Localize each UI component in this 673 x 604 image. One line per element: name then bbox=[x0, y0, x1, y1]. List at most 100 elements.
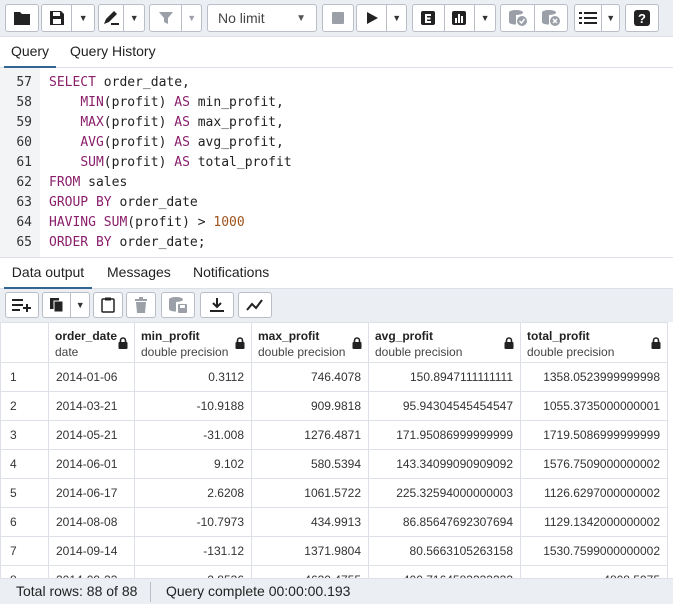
cell-order-date[interactable]: 2014-06-17 bbox=[48, 478, 135, 508]
copy-button[interactable] bbox=[43, 293, 70, 317]
cell-avg-profit[interactable]: 86.85647692307694 bbox=[368, 507, 521, 537]
table-row[interactable]: 82014-09-232.85364630.4755400.7164583333… bbox=[0, 565, 668, 578]
filter-button[interactable] bbox=[150, 5, 181, 31]
copy-button-group[interactable]: ▼ bbox=[42, 292, 90, 318]
table-row[interactable]: 5 2014-06-17 2.6208 1061.5722 225.3259400000… bbox=[0, 478, 668, 508]
cell-avg-profit[interactable]: 171.95086999999999 bbox=[368, 420, 521, 450]
execute-options-dropdown[interactable]: ▼ bbox=[386, 5, 406, 31]
save-options-dropdown[interactable]: ▼ bbox=[71, 5, 94, 31]
cell-max-profit[interactable]: 1371.9804 bbox=[251, 536, 369, 566]
row-number-cell[interactable]: 3 bbox=[0, 420, 49, 450]
row-number-cell[interactable]: 8 bbox=[0, 565, 49, 578]
macros-button[interactable] bbox=[575, 5, 601, 31]
stop-button[interactable] bbox=[322, 4, 354, 32]
help-button[interactable]: ? bbox=[625, 4, 659, 32]
transaction-button-group[interactable] bbox=[500, 4, 568, 32]
table-row[interactable]: 1 2014-01-06 0.3112 746.4078 150.89471111111… bbox=[0, 362, 668, 392]
table-row[interactable]: 4 2014-06-01 9.102 580.5394 143.340990909090… bbox=[0, 449, 668, 479]
cell-max-profit[interactable]: 580.5394 bbox=[251, 449, 369, 479]
cell-total-profit[interactable]: 1126.6297000000002 bbox=[520, 478, 668, 508]
tab-data-output[interactable]: Data output bbox=[4, 258, 92, 289]
row-number-cell[interactable]: 5 bbox=[0, 478, 49, 508]
cell-max-profit[interactable]: 746.4078 bbox=[251, 362, 369, 392]
cell-max-profit[interactable]: 4630.4755 bbox=[251, 565, 369, 578]
cell-min-profit[interactable]: 9.102 bbox=[134, 449, 252, 479]
macros-options-dropdown[interactable]: ▼ bbox=[601, 5, 619, 31]
edit-button[interactable] bbox=[99, 5, 123, 31]
cell-min-profit[interactable]: 0.3112 bbox=[134, 362, 252, 392]
cell-min-profit[interactable]: -10.7973 bbox=[134, 507, 252, 537]
open-file-button[interactable] bbox=[5, 4, 39, 32]
macros-button-group[interactable]: ▼ bbox=[574, 4, 620, 32]
cell-min-profit[interactable]: 2.6208 bbox=[134, 478, 252, 508]
filter-options-dropdown[interactable]: ▼ bbox=[181, 5, 201, 31]
cell-max-profit[interactable]: 909.9818 bbox=[251, 391, 369, 421]
cell-avg-profit[interactable]: 95.94304545454547 bbox=[368, 391, 521, 421]
cell-total-profit[interactable]: 4808.5975 bbox=[520, 565, 668, 578]
table-row[interactable]: 7 2014-09-14 -131.12 1371.9804 80.5663105263… bbox=[0, 536, 668, 566]
cell-avg-profit[interactable]: 400.7164583333333 bbox=[368, 565, 521, 578]
cell-order-date[interactable]: 2014-06-01 bbox=[48, 449, 135, 479]
cell-max-profit[interactable]: 1061.5722 bbox=[251, 478, 369, 508]
tab-messages[interactable]: Messages bbox=[107, 258, 171, 289]
cell-avg-profit[interactable]: 225.32594000000003 bbox=[368, 478, 521, 508]
column-header-avg-profit[interactable]: avg_profit double precision bbox=[368, 322, 521, 363]
cell-total-profit[interactable]: 1129.1342000000002 bbox=[520, 507, 668, 537]
cell-min-profit[interactable]: -10.9188 bbox=[134, 391, 252, 421]
explain-options-dropdown[interactable]: ▼ bbox=[474, 5, 495, 31]
copy-options-dropdown[interactable]: ▼ bbox=[70, 293, 89, 317]
cell-total-profit[interactable]: 1055.3735000000001 bbox=[520, 391, 668, 421]
execute-button-group[interactable]: ▼ bbox=[356, 4, 407, 32]
sql-editor[interactable]: 57 58 59 60 61 62 63 64 65 SELECT order_date, MIN… bbox=[0, 68, 673, 257]
cell-min-profit[interactable]: -131.12 bbox=[134, 536, 252, 566]
cell-order-date[interactable]: 2014-08-08 bbox=[48, 507, 135, 537]
tab-query[interactable]: Query bbox=[4, 37, 56, 68]
column-header-total-profit[interactable]: total_profit double precision bbox=[520, 322, 668, 363]
edit-options-dropdown[interactable]: ▼ bbox=[123, 5, 144, 31]
delete-button[interactable] bbox=[126, 292, 156, 318]
cell-order-date[interactable]: 2014-01-06 bbox=[48, 362, 135, 392]
cell-max-profit[interactable]: 434.9913 bbox=[251, 507, 369, 537]
cell-avg-profit[interactable]: 143.34099090909092 bbox=[368, 449, 521, 479]
cell-total-profit[interactable]: 1719.5086999999999 bbox=[520, 420, 668, 450]
cell-avg-profit[interactable]: 80.5663105263158 bbox=[368, 536, 521, 566]
graph-visualiser-button[interactable] bbox=[238, 292, 272, 318]
cell-order-date[interactable]: 2014-09-23 bbox=[48, 565, 135, 578]
row-number-cell[interactable]: 4 bbox=[0, 449, 49, 479]
save-button-group[interactable]: ▼ bbox=[41, 4, 95, 32]
explain-button[interactable] bbox=[413, 5, 444, 31]
commit-button[interactable] bbox=[501, 5, 534, 31]
table-row[interactable]: 2 2014-03-21 -10.9188 909.9818 95.9430454545… bbox=[0, 391, 668, 421]
column-header-max-profit[interactable]: max_profit double precision bbox=[251, 322, 369, 363]
download-button[interactable] bbox=[200, 292, 234, 318]
cell-min-profit[interactable]: 2.8536 bbox=[134, 565, 252, 578]
row-number-cell[interactable]: 1 bbox=[0, 362, 49, 392]
explain-button-group[interactable]: ▼ bbox=[412, 4, 496, 32]
cell-total-profit[interactable]: 1530.7599000000002 bbox=[520, 536, 668, 566]
row-limit-select[interactable]: No limit ▼ bbox=[207, 4, 317, 32]
filter-button-group[interactable]: ▼ bbox=[149, 4, 202, 32]
cell-min-profit[interactable]: -31.008 bbox=[134, 420, 252, 450]
row-number-cell[interactable]: 6 bbox=[0, 507, 49, 537]
cell-order-date[interactable]: 2014-09-14 bbox=[48, 536, 135, 566]
row-number-cell[interactable]: 2 bbox=[0, 391, 49, 421]
execute-button[interactable] bbox=[357, 5, 386, 31]
cell-order-date[interactable]: 2014-05-21 bbox=[48, 420, 135, 450]
tab-notifications[interactable]: Notifications bbox=[193, 258, 269, 289]
row-number-cell[interactable]: 7 bbox=[0, 536, 49, 566]
cell-order-date[interactable]: 2014-03-21 bbox=[48, 391, 135, 421]
edit-button-group[interactable]: ▼ bbox=[98, 4, 145, 32]
save-data-button[interactable] bbox=[161, 292, 195, 318]
cell-max-profit[interactable]: 1276.4871 bbox=[251, 420, 369, 450]
table-row[interactable]: 3 2014-05-21 -31.008 1276.4871 171.950869999… bbox=[0, 420, 668, 450]
cell-total-profit[interactable]: 1358.0523999999998 bbox=[520, 362, 668, 392]
cell-total-profit[interactable]: 1576.7509000000002 bbox=[520, 449, 668, 479]
rollback-button[interactable] bbox=[534, 5, 567, 31]
save-button[interactable] bbox=[42, 5, 71, 31]
paste-button[interactable] bbox=[93, 292, 123, 318]
add-row-button[interactable] bbox=[5, 292, 39, 318]
cell-avg-profit[interactable]: 150.8947111111111 bbox=[368, 362, 521, 392]
table-row[interactable]: 6 2014-08-08 -10.7973 434.9913 86.8564769230… bbox=[0, 507, 668, 537]
column-header-order-date[interactable]: order_date date bbox=[48, 322, 135, 363]
tab-query-history[interactable]: Query History bbox=[70, 37, 156, 68]
